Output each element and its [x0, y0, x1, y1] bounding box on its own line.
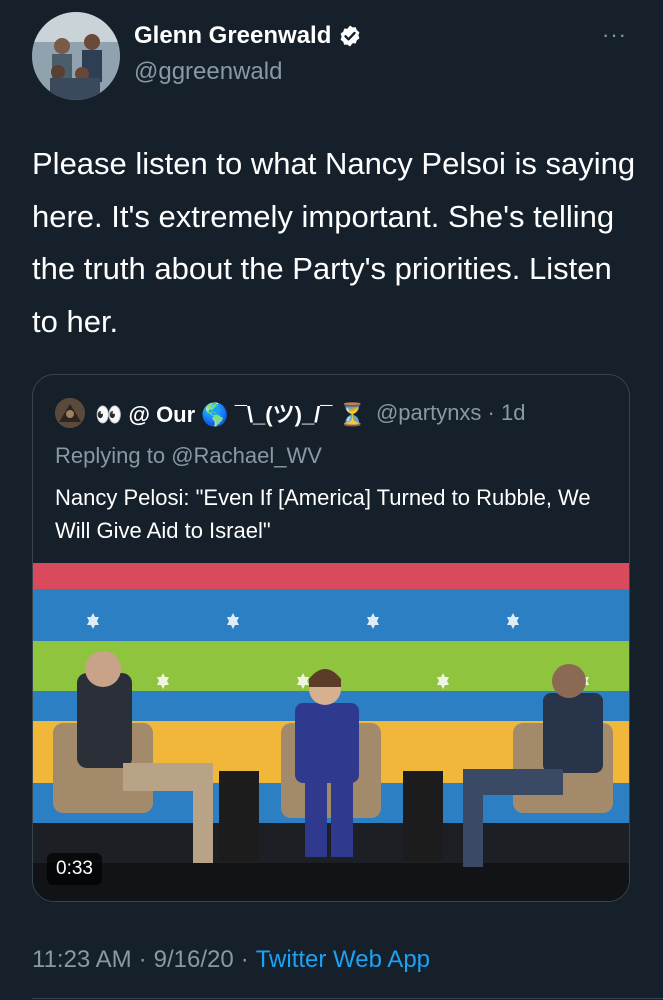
tweet-text: Please listen to what Nancy Pelsoi is sa…	[32, 146, 644, 339]
tweet-time: 11:23 AM	[32, 946, 132, 973]
author-handle[interactable]: @ggreenwald	[134, 58, 282, 86]
tweet-meta: 11:23 AM · 9/16/20 · Twitter Web App	[32, 946, 430, 974]
more-options-icon[interactable]: ···	[602, 22, 627, 48]
author-avatar[interactable]	[32, 12, 120, 100]
replying-to-mention[interactable]: @Rachael_WV	[171, 443, 322, 468]
quoted-author-name[interactable]: 👀 @ Our 🌎 ¯\_(ツ)_/¯ ⏳	[95, 397, 366, 429]
tweet-source-link[interactable]: Twitter Web App	[256, 946, 430, 974]
separator: ·	[138, 946, 147, 973]
replying-to: Replying to @Rachael_WV	[55, 443, 322, 469]
quoted-tweet-text: Nancy Pelosi: "Even If [America] Turned …	[55, 485, 591, 543]
quoted-author-handle[interactable]: @partynxs · 1d	[376, 400, 526, 426]
verified-badge-icon	[338, 24, 362, 48]
tweet-detail: Glenn Greenwald @ggreenwald ··· Please l…	[0, 0, 663, 1000]
quoted-author-avatar[interactable]	[55, 398, 85, 428]
divider	[32, 998, 663, 999]
author-name[interactable]: Glenn Greenwald	[134, 22, 362, 50]
author-name-label: Glenn Greenwald	[134, 22, 332, 49]
replying-to-prefix: Replying to	[55, 443, 172, 468]
video-duration: 0:33	[47, 853, 102, 885]
tweet-date: 9/16/20	[153, 946, 234, 973]
separator: ·	[240, 946, 249, 973]
quoted-tweet[interactable]: 👀 @ Our 🌎 ¯\_(ツ)_/¯ ⏳ @partynxs · 1d Rep…	[32, 374, 630, 902]
video-thumbnail	[33, 563, 629, 901]
quoted-video[interactable]: 0:33	[33, 563, 629, 901]
quoted-tweet-header: 👀 @ Our 🌎 ¯\_(ツ)_/¯ ⏳ @partynxs · 1d	[55, 397, 525, 429]
